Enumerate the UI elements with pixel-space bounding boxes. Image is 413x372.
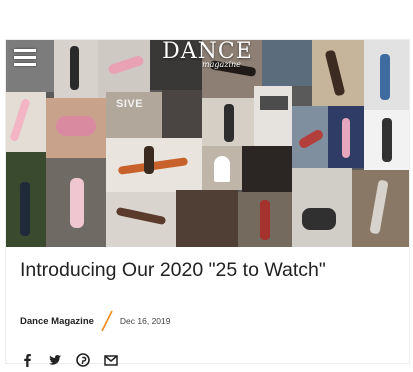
photo-tile [352,170,409,247]
photo-tile [254,86,292,146]
poster-text: SIVE [116,98,144,110]
article-card[interactable]: SIVE DANCE magazine Introducing Our 2020… [6,40,409,367]
hero-collage-image[interactable]: SIVE DANCE magazine [6,40,409,247]
photo-tile [106,138,202,192]
photo-tile [6,152,46,247]
byline-divider [101,310,113,332]
article-byline: Dance Magazine Dec 16, 2019 [20,310,171,332]
twitter-icon[interactable] [48,353,62,367]
email-icon[interactable] [104,353,118,367]
share-bar [20,353,118,367]
photo-tile [292,106,328,168]
photo-tile [242,146,292,192]
photo-tile [106,192,176,247]
brand-logo-subtitle: magazine [202,60,241,69]
photo-tile [364,110,409,170]
photo-tile [176,190,238,247]
author-link[interactable]: Dance Magazine [20,316,94,327]
photo-tile [6,92,46,152]
photo-tile [202,98,254,146]
publish-date: Dec 16, 2019 [119,316,171,326]
photo-tile [46,98,106,158]
photo-tile: SIVE [106,92,162,138]
article-title[interactable]: Introducing Our 2020 "25 to Watch" [20,258,405,282]
pinterest-icon[interactable] [76,353,90,367]
photo-tile [238,192,292,247]
photo-tile [202,146,242,190]
photo-tile [292,168,352,247]
photo-tile [46,158,106,247]
hamburger-menu-icon[interactable] [14,48,36,66]
facebook-icon[interactable] [20,353,34,367]
photo-tile [328,106,364,168]
